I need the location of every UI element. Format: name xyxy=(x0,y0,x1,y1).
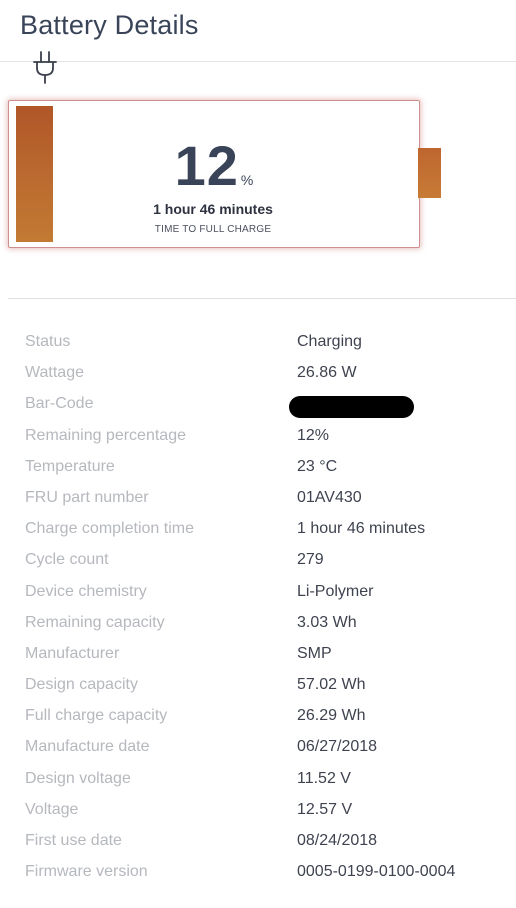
detail-label: Firmware version xyxy=(25,863,148,881)
detail-label: Full charge capacity xyxy=(25,707,168,725)
detail-row: Charge completion time 1 hour 46 minutes xyxy=(0,514,516,545)
detail-value: SMP xyxy=(297,644,332,662)
detail-label: FRU part number xyxy=(25,488,149,506)
detail-row: Bar-Code xyxy=(0,389,516,420)
battery-details-list: Status Charging Wattage 26.86 W Bar-Code Rema… xyxy=(0,327,516,888)
detail-label: Voltage xyxy=(25,800,79,818)
detail-row: Remaining capacity 3.03 Wh xyxy=(0,608,516,639)
charge-percent: 12% xyxy=(9,134,419,198)
header: Battery Details xyxy=(0,0,516,62)
detail-label: Cycle count xyxy=(25,551,109,569)
detail-value: 11.52 V xyxy=(297,769,351,787)
detail-row: First use date 08/24/2018 xyxy=(0,826,516,857)
detail-label: Remaining percentage xyxy=(25,426,186,444)
time-to-full-caption: TIME TO FULL CHARGE xyxy=(154,224,272,235)
battery-terminal xyxy=(418,148,441,198)
detail-value: 06/27/2018 xyxy=(297,738,378,756)
detail-label: Device chemistry xyxy=(25,582,147,600)
charge-percent-unit: % xyxy=(240,172,254,188)
detail-label: Status xyxy=(25,333,71,350)
detail-label: Wattage xyxy=(25,364,84,382)
detail-row: Full charge capacity 26.29 Wh xyxy=(0,701,516,732)
detail-label: Design capacity xyxy=(25,676,138,694)
detail-value: 26.29 Wh xyxy=(297,707,366,725)
detail-value: 12% xyxy=(297,426,330,444)
detail-row: FRU part number 01AV430 xyxy=(0,483,516,514)
time-to-full-value: 1 hour 46 minutes xyxy=(153,201,273,217)
detail-row: Design voltage 11.52 V xyxy=(0,764,516,795)
detail-value: 0005-0199-0100-0004 xyxy=(297,863,456,881)
detail-label: Charge completion time xyxy=(25,520,194,538)
detail-value: 12.57 V xyxy=(297,800,353,818)
detail-label: Temperature xyxy=(25,457,115,475)
detail-row: Temperature 23 °C xyxy=(0,452,516,483)
detail-row: Voltage 12.57 V xyxy=(0,795,516,826)
detail-value: 57.02 Wh xyxy=(297,676,366,694)
detail-row: Manufacturer SMP xyxy=(0,639,516,670)
detail-label: Manufacture date xyxy=(25,738,150,756)
detail-value: 279 xyxy=(297,551,324,569)
detail-value: Charging xyxy=(297,333,362,350)
page-title: Battery Details xyxy=(20,10,199,40)
detail-value: 26.86 W xyxy=(297,364,357,382)
detail-row: Wattage 26.86 W xyxy=(0,358,516,389)
detail-value: 01AV430 xyxy=(297,488,362,506)
detail-label: Bar-Code xyxy=(25,395,94,413)
detail-row: Design capacity 57.02 Wh xyxy=(0,670,516,701)
detail-row: Status Charging xyxy=(0,327,516,358)
detail-row: Cycle count 279 xyxy=(0,545,516,576)
detail-row: Device chemistry Li-Polymer xyxy=(0,577,516,608)
detail-label: Manufacturer xyxy=(25,644,120,662)
plug-icon xyxy=(33,51,57,84)
detail-value: Li-Polymer xyxy=(297,582,374,600)
detail-label: First use date xyxy=(25,832,122,849)
redacted-value xyxy=(289,396,414,419)
detail-value: 3.03 Wh xyxy=(297,613,357,631)
detail-label: Remaining capacity xyxy=(25,613,165,631)
section-divider xyxy=(8,298,516,299)
detail-row: Firmware version 0005-0199-0100-0004 xyxy=(0,857,516,888)
detail-value: 1 hour 46 minutes xyxy=(297,520,426,538)
detail-label: Design voltage xyxy=(25,769,131,787)
detail-row: Remaining percentage 12% xyxy=(0,421,516,452)
detail-value: 23 °C xyxy=(297,457,338,475)
detail-row: Manufacture date 06/27/2018 xyxy=(0,732,516,763)
detail-value: 08/24/2018 xyxy=(297,832,378,849)
charge-percent-value: 12 xyxy=(174,134,239,197)
